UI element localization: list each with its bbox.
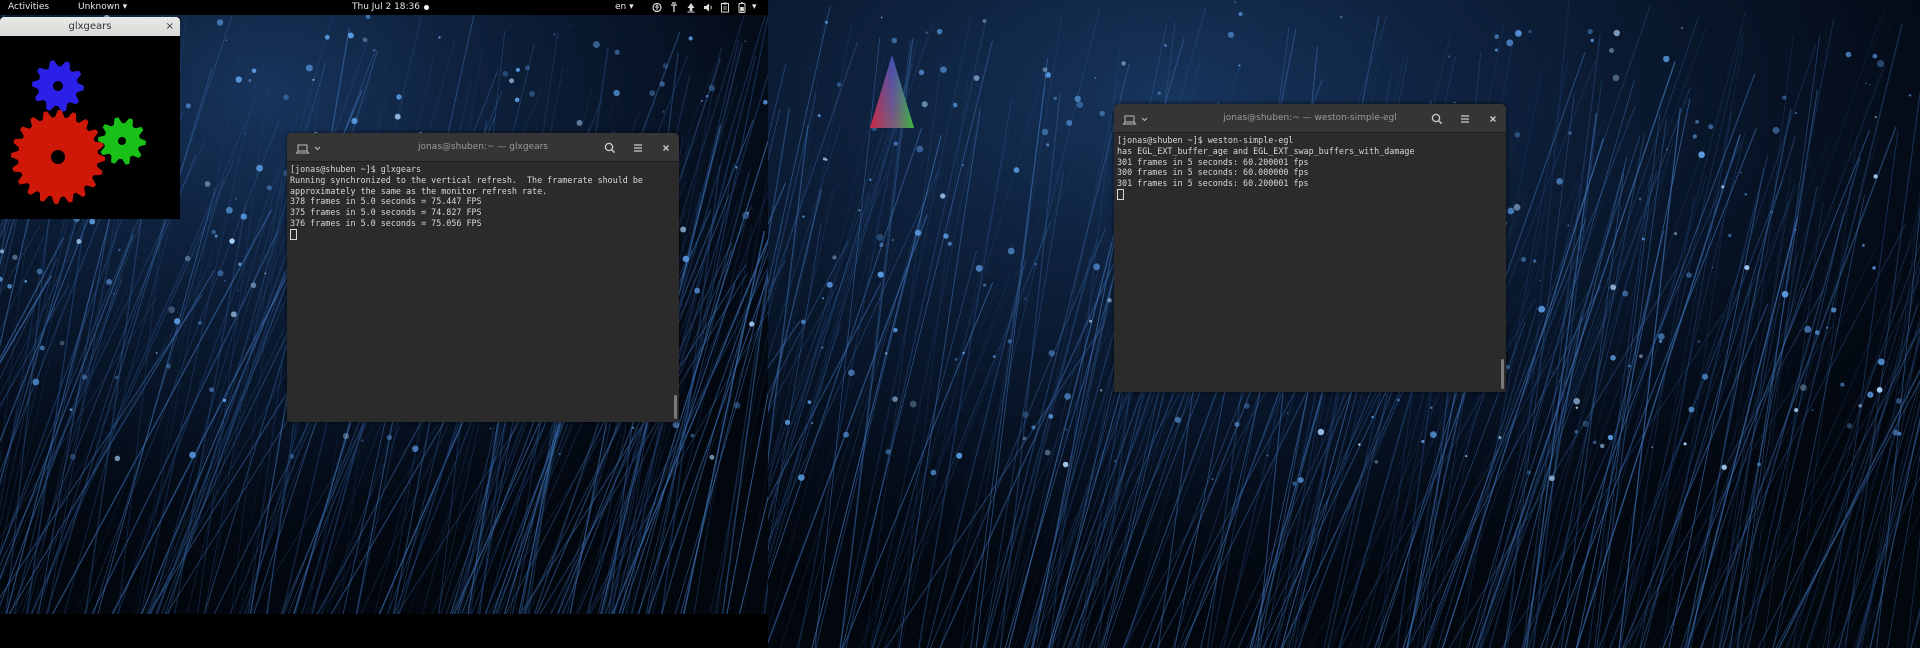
terminal-line: 301 frames in 5 seconds: 60.200001 fps (1117, 156, 1309, 167)
accessibility-icon[interactable] (652, 2, 662, 13)
app-menu-label: Unknown (78, 2, 120, 12)
terminal-title: jonas@shuben:~ — glxgears (418, 142, 548, 152)
terminal-scrollbar[interactable] (674, 395, 677, 419)
terminal-line: has EGL_EXT_buffer_age and EGL_EXT_swap_… (1117, 145, 1415, 156)
terminal-line: [jonas@shuben ~]$ glxgears (290, 164, 422, 174)
search-icon[interactable] (1430, 111, 1444, 125)
glxgears-titlebar[interactable]: glxgears × (0, 17, 180, 36)
notification-dot (424, 5, 429, 10)
glxgears-render-canvas (11, 60, 146, 204)
top-bar: Activities Unknown ▾ Thu Jul 2 18:36 en … (0, 0, 768, 15)
terminal-line: [jonas@shuben ~]$ weston-simple-egl (1117, 135, 1294, 145)
hamburger-menu-icon[interactable] (1458, 111, 1472, 125)
terminal-cursor (1117, 188, 1124, 200)
close-icon[interactable]: × (166, 17, 174, 36)
glxgears-title: glxgears (68, 21, 112, 32)
terminal-headerbar[interactable]: jonas@shuben:~ — glxgears (287, 133, 679, 162)
terminal-window-glxgears[interactable]: jonas@shuben:~ — glxgears [jonas@shuben … (287, 133, 679, 422)
system-menu-arrow-icon[interactable]: ▾ (752, 2, 757, 13)
keyboard-layout-button[interactable]: en ▾ (615, 2, 634, 13)
volume-icon[interactable] (703, 2, 713, 13)
weston-simple-egl-triangle (870, 55, 914, 128)
terminal-line: Running synchronized to the vertical ref… (290, 174, 643, 185)
glxgears-window[interactable]: glxgears × (0, 17, 180, 219)
clock-button[interactable]: Thu Jul 2 18:36 (352, 2, 420, 13)
clipboard-icon[interactable] (720, 2, 730, 13)
chevron-down-icon: ▾ (122, 2, 128, 12)
red-gear (11, 110, 105, 204)
screen-bottom-strip (0, 614, 768, 648)
chevron-down-icon: ▾ (629, 2, 634, 12)
terminal-headerbar[interactable]: jonas@shuben:~ — weston-simple-egl (1114, 104, 1506, 133)
hamburger-menu-icon[interactable] (631, 140, 645, 154)
network-icon[interactable] (669, 2, 679, 13)
activities-button[interactable]: Activities (8, 2, 49, 13)
blue-gear (32, 60, 84, 112)
terminal-line: 376 frames in 5.0 seconds = 75.056 FPS (290, 217, 482, 228)
terminal-line: approximately the same as the monitor re… (290, 185, 548, 196)
terminal-title: jonas@shuben:~ — weston-simple-egl (1223, 113, 1397, 123)
green-gear (98, 117, 146, 165)
terminal-window-weston-simple-egl[interactable]: jonas@shuben:~ — weston-simple-egl [jona… (1114, 104, 1506, 392)
close-icon[interactable] (1486, 111, 1500, 125)
terminal-cursor (290, 228, 297, 240)
battery-icon[interactable] (737, 2, 747, 13)
terminal-line: 378 frames in 5.0 seconds = 75.447 FPS (290, 196, 482, 207)
terminal-line: 301 frames in 5 seconds: 60.200001 fps (1117, 178, 1309, 189)
terminal-line: 375 frames in 5.0 seconds = 74.827 FPS (290, 207, 482, 218)
upload-icon[interactable] (686, 2, 696, 13)
terminal-scrollbar[interactable] (1501, 359, 1504, 389)
search-icon[interactable] (603, 140, 617, 154)
terminal-output[interactable]: [jonas@shuben ~]$ glxgears Running synch… (287, 162, 679, 422)
terminal-output[interactable]: [jonas@shuben ~]$ weston-simple-egl has … (1114, 133, 1506, 392)
keyboard-layout-label: en (615, 2, 627, 12)
terminal-line: 300 frames in 5 seconds: 60.000000 fps (1117, 167, 1309, 178)
close-icon[interactable] (659, 140, 673, 154)
app-menu-button[interactable]: Unknown ▾ (78, 2, 127, 13)
